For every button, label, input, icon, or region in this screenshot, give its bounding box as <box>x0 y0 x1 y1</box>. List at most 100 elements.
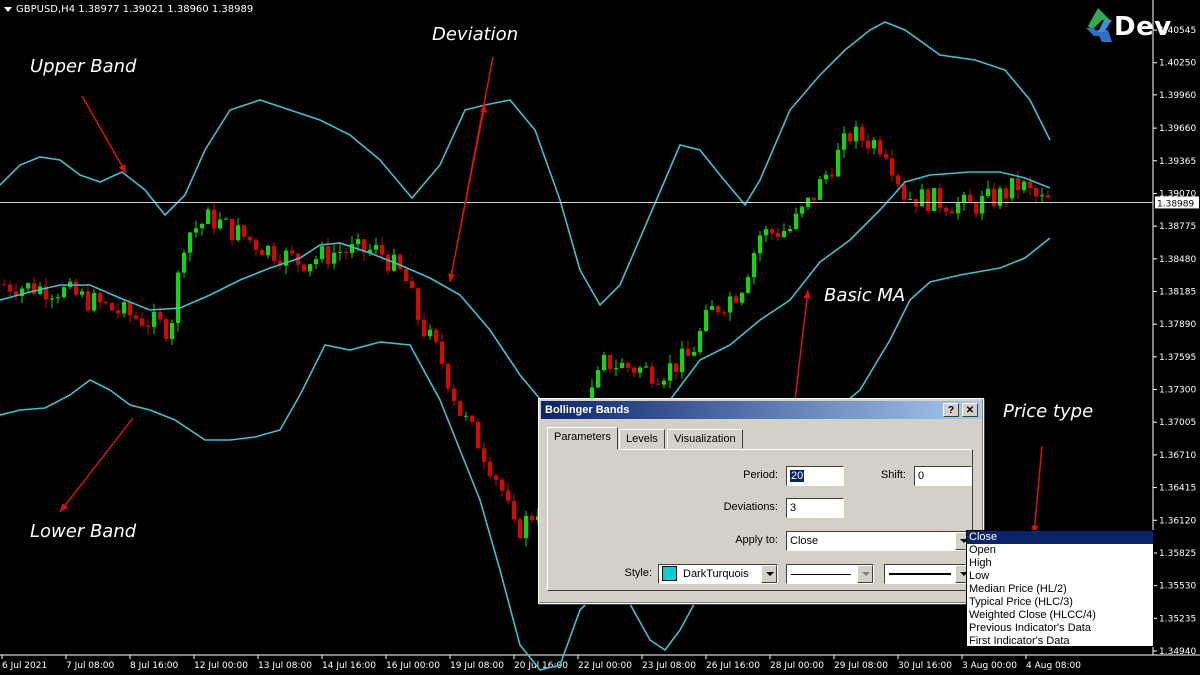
bear-candle <box>500 479 504 491</box>
deviations-input[interactable]: 3 <box>786 498 844 518</box>
bull-candle <box>998 188 1002 206</box>
bear-candle <box>146 325 150 327</box>
bull-candle <box>620 362 624 369</box>
bear-candle <box>452 388 456 402</box>
bull-candle <box>200 223 204 229</box>
close-button[interactable]: ✕ <box>962 403 978 417</box>
collapse-triangle-icon[interactable] <box>4 6 12 12</box>
period-input[interactable]: 20 <box>786 466 844 486</box>
apply-option[interactable]: Weighted Close (HLCC/4) <box>967 609 1153 622</box>
bull-candle <box>50 298 54 300</box>
apply-option[interactable]: Close <box>967 531 1153 544</box>
x-tick-label: 12 Jul 00:00 <box>194 661 248 671</box>
bear-candle <box>488 461 492 476</box>
apply-option[interactable]: Previous Indicator's Data <box>967 622 1153 635</box>
bear-candle <box>164 319 168 339</box>
tab-parameters[interactable]: Parameters <box>547 427 618 450</box>
bear-candle <box>944 207 948 212</box>
bull-candle <box>374 244 378 250</box>
bull-candle <box>596 370 600 388</box>
bear-candle <box>410 281 414 289</box>
bull-candle <box>764 229 768 236</box>
bear-candle <box>722 312 726 314</box>
bear-candle <box>506 490 510 501</box>
color-dropdown-arrow-icon[interactable] <box>761 565 777 583</box>
dialog-title: Bollinger Bands <box>545 404 630 416</box>
bull-candle <box>236 225 240 241</box>
bull-candle <box>986 188 990 197</box>
bear-candle <box>938 188 942 208</box>
y-tick-label: 1.35235 <box>1159 614 1196 624</box>
apply-option[interactable]: First Indicator's Data <box>967 635 1153 648</box>
current-price-label: 1.38989 <box>1157 199 1194 209</box>
bear-candle <box>116 310 120 314</box>
style-color-select[interactable]: DarkTurquois <box>658 564 778 584</box>
y-tick-label: 1.35825 <box>1159 549 1196 559</box>
bear-candle <box>242 225 246 237</box>
bear-candle <box>140 318 144 326</box>
bull-candle <box>752 253 756 278</box>
period-label: Period: <box>743 469 778 481</box>
bull-candle <box>1010 178 1014 199</box>
arrow-basic-ma-head <box>803 290 811 299</box>
chart-header: GBPUSD,H4 1.38977 1.39021 1.38960 1.3898… <box>4 4 253 15</box>
bear-candle <box>440 341 444 364</box>
bull-candle <box>308 264 312 272</box>
bear-candle <box>134 315 138 319</box>
bear-candle <box>494 475 498 480</box>
dialog-titlebar[interactable]: Bollinger Bands ? ✕ <box>541 401 981 419</box>
bear-candle <box>128 302 132 316</box>
apply-to-label: Apply to: <box>735 534 778 546</box>
style-label: Style: <box>624 567 652 579</box>
tab-visualization[interactable]: Visualization <box>667 429 743 449</box>
bear-candle <box>608 354 612 370</box>
bull-candle <box>1022 181 1026 191</box>
apply-to-options-list[interactable]: Close Open High Low Median Price (HL/2) Typic… <box>966 530 1154 647</box>
line-style-select[interactable] <box>786 564 874 584</box>
bull-candle <box>728 296 732 313</box>
annotation-lower-band: Lower Band <box>30 521 137 542</box>
bull-candle <box>818 179 822 200</box>
bull-candle <box>464 415 468 417</box>
apply-option[interactable]: Median Price (HL/2) <box>967 583 1153 596</box>
bear-candle <box>158 311 162 320</box>
shift-input[interactable]: 0 <box>914 466 972 486</box>
x-tick-label: 19 Jul 08:00 <box>450 661 504 671</box>
line-style-dropdown-arrow-icon[interactable] <box>857 565 873 583</box>
bull-candle <box>524 515 528 539</box>
line-width-select[interactable] <box>884 564 972 584</box>
bear-candle <box>482 448 486 462</box>
bear-candle <box>848 133 852 142</box>
bear-candle <box>974 202 978 214</box>
bear-candle <box>110 303 114 311</box>
help-button[interactable]: ? <box>943 403 959 417</box>
bull-candle <box>980 196 984 214</box>
y-tick-label: 1.36120 <box>1159 516 1196 526</box>
4x-logo-icon <box>1086 8 1112 42</box>
bear-candle <box>884 154 888 159</box>
y-tick-label: 1.34940 <box>1159 647 1196 657</box>
y-tick-label: 1.39365 <box>1159 157 1196 167</box>
bear-candle <box>650 366 654 384</box>
y-tick-label: 1.39960 <box>1159 91 1196 101</box>
apply-option[interactable]: High <box>967 557 1153 570</box>
bear-candle <box>866 140 870 149</box>
bear-candle <box>446 363 450 389</box>
tab-levels[interactable]: Levels <box>619 429 665 449</box>
bull-candle <box>62 287 66 298</box>
x-tick-label: 13 Jul 08:00 <box>258 661 312 671</box>
bull-candle <box>908 199 912 201</box>
apply-option[interactable]: Open <box>967 544 1153 557</box>
bull-candle <box>356 239 360 245</box>
apply-option[interactable]: Low <box>967 570 1153 583</box>
apply-to-select[interactable]: Close <box>786 531 972 551</box>
bear-candle <box>518 519 522 539</box>
bull-candle <box>644 366 648 368</box>
apply-option[interactable]: Typical Price (HLC/3) <box>967 596 1153 609</box>
bear-candle <box>776 233 780 238</box>
x-tick-label: 22 Jul 00:00 <box>578 661 632 671</box>
apply-to-value: Close <box>790 535 819 547</box>
y-tick-label: 1.35530 <box>1159 582 1196 592</box>
y-tick-label: 1.38480 <box>1159 255 1196 265</box>
x-tick-label: 6 Jul 2021 <box>2 661 47 671</box>
